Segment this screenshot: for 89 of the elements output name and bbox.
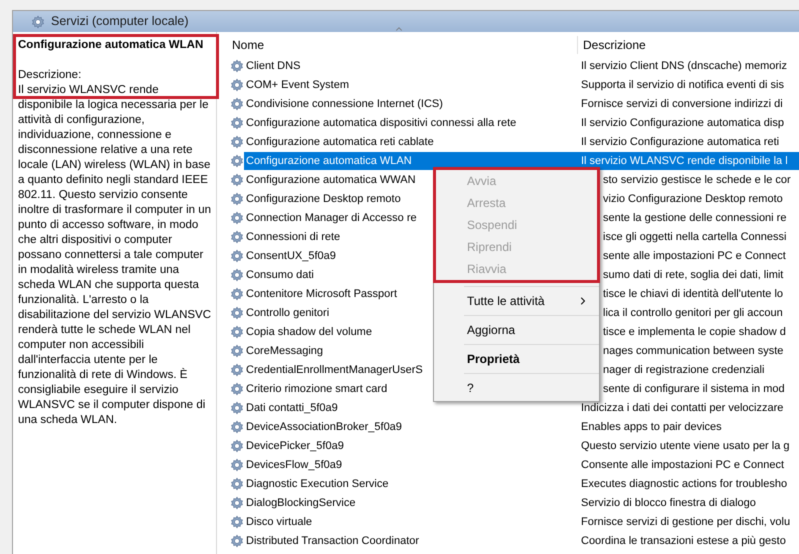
gear-icon bbox=[230, 96, 244, 110]
gear-icon bbox=[230, 382, 244, 396]
description-cell-text: tisce le chiavi di identità dell'utente lo bbox=[603, 286, 784, 302]
description-cell-text: Coordina le transazioni estese a più gesto bbox=[580, 534, 787, 548]
description-cell-text: sto servizio gestisce le schede e le cor bbox=[603, 172, 791, 188]
column-header[interactable]: Descrizione bbox=[583, 38, 646, 52]
gear-icon bbox=[230, 306, 244, 320]
description-cell-text: Il servizio Configurazione automatica disp bbox=[580, 116, 785, 130]
description-cell-text: Fornisce servizi di conversione indirizzi di bbox=[580, 96, 784, 112]
gear-icon bbox=[31, 14, 45, 28]
menu-item[interactable]: Proprietà bbox=[464, 348, 599, 370]
gear-icon bbox=[230, 230, 244, 244]
description-cell-text: lica il controllo genitori per gli accoun bbox=[603, 306, 783, 320]
name-cell[interactable]: Configurazione automatica dispositivi connessi alla rete bbox=[244, 114, 576, 132]
gear-icon bbox=[230, 210, 244, 224]
name-cell[interactable]: Condivisione connessione Internet (ICS) bbox=[244, 94, 576, 112]
description-cell-text: nages communication between syste bbox=[603, 344, 784, 358]
description-cell-text: sente alle impostazioni PC e Connect bbox=[603, 248, 786, 264]
name-cell[interactable]: ConsentUX_5f0a9 bbox=[244, 246, 336, 264]
description-cell-text: tisce e implementa le copie shadow d bbox=[603, 324, 786, 340]
description-cell-text: Enables apps to pair devices bbox=[580, 420, 723, 434]
description-cell-text: Executes diagnostic actions for troublesho bbox=[580, 476, 788, 492]
name-cell[interactable]: Disco virtuale bbox=[244, 512, 576, 530]
name-cell[interactable]: Distributed Transaction Coordinator bbox=[244, 532, 576, 550]
name-cell[interactable]: COM+ Event System bbox=[244, 76, 576, 94]
name-cell[interactable]: Client DNS bbox=[244, 56, 576, 74]
name-cell[interactable]: Connection Manager di Accesso re bbox=[244, 208, 417, 226]
description-cell-text: Questo servizio utente viene usato per la g bbox=[580, 438, 791, 454]
menu-item[interactable]: Tutte le attività bbox=[464, 290, 599, 312]
name-cell[interactable]: Dati contatti_5f0a9 bbox=[244, 398, 576, 416]
gear-icon bbox=[230, 496, 244, 510]
gear-icon bbox=[230, 116, 244, 130]
gear-icon bbox=[230, 514, 244, 528]
description-cell-text: Supporta il servizio di notifica eventi di sis bbox=[580, 78, 785, 92]
menu-item[interactable]: Aggiorna bbox=[464, 319, 599, 341]
gear-icon bbox=[230, 172, 244, 186]
name-cell[interactable]: CredentialEnrollmentManagerUserS bbox=[244, 360, 423, 378]
description-cell-text: Consente alle impostazioni PC e Connect bbox=[580, 458, 786, 472]
menu-item[interactable]: ? bbox=[464, 377, 599, 399]
description-cell: Il servizio WLANSVC rende disponibile la l bbox=[576, 152, 799, 170]
gear-icon bbox=[230, 154, 244, 168]
name-cell[interactable]: Consumo dati bbox=[244, 266, 314, 284]
name-cell[interactable]: Connessioni di rete bbox=[244, 228, 340, 246]
gear-icon bbox=[230, 534, 244, 548]
name-cell[interactable]: DialogBlockingService bbox=[244, 494, 576, 512]
description-cell-text: vizio Configurazione Desktop remoto bbox=[603, 192, 783, 206]
description-cell-text: Servizio di blocco finestra di dialogo bbox=[580, 496, 757, 510]
name-cell[interactable]: DevicePicker_5f0a9 bbox=[244, 436, 576, 454]
name-cell[interactable]: Controllo genitori bbox=[244, 304, 330, 322]
gear-icon bbox=[230, 438, 244, 452]
description-cell-text: sumo dati di rete, soglia dei dati, limit bbox=[603, 268, 784, 282]
description-cell-text: nager di registrazione credenziali bbox=[603, 362, 764, 378]
description-cell-text: Indicizza i dati dei contatti per velocizzare bbox=[580, 400, 784, 416]
gear-icon bbox=[230, 286, 244, 300]
service-title: Configurazione automatica WLAN bbox=[18, 38, 204, 53]
column-header[interactable]: Nome bbox=[232, 38, 264, 52]
gear-icon bbox=[230, 324, 244, 338]
description-cell-text: Il servizio Configurazione automatica reti bbox=[580, 134, 780, 150]
name-cell[interactable]: Diagnostic Execution Service bbox=[244, 474, 576, 492]
gear-icon bbox=[230, 268, 244, 282]
panel-title: Servizi (computer locale) bbox=[51, 13, 189, 30]
gear-icon bbox=[230, 362, 244, 376]
name-cell[interactable]: CoreMessaging bbox=[244, 342, 324, 360]
description-cell-text: sente di configurare il sistema in mod bbox=[603, 382, 785, 396]
description-label: Descrizione: bbox=[18, 68, 82, 83]
gear-icon bbox=[230, 78, 244, 92]
gear-icon bbox=[230, 344, 244, 358]
gear-icon bbox=[230, 58, 244, 72]
gear-icon bbox=[230, 476, 244, 490]
description-cell-text: sente la gestione delle connessioni re bbox=[603, 210, 786, 226]
name-cell[interactable]: DeviceAssociationBroker_5f0a9 bbox=[244, 418, 576, 436]
name-cell[interactable]: DevicesFlow_5f0a9 bbox=[244, 456, 576, 474]
gear-icon bbox=[230, 248, 244, 262]
description-text: Il servizio WLANSVC rende disponibile la logica necessaria per le attività di configurazione, individuazione, connessione e disconnessione relative a una rete locale (LAN) wireless (WLAN) in base a quanto definito negli standard IEEE 802.11. Questo servizio consente inoltre di trasformare il computer in un punto di accesso software, in modo che altri dispositivi o computer possano connettersi a tale computer in modalità wireless tramite una scheda WLAN che supporta questa funzionalità. L'arresto o la disabilitazione del servizio WLANSVC renderà tutte le schede WLAN nel computer non accessibili dall'interfaccia utente per le funzionalità di rete di Windows. È consigliabile eseguire il servizio WLANSVC se il computer dispone di una scheda WLAN. bbox=[18, 83, 212, 428]
description-cell-text: isce gli oggetti nella cartella Connessi bbox=[603, 230, 786, 244]
name-cell[interactable]: Configurazione Desktop remoto bbox=[244, 190, 401, 208]
gear-icon bbox=[230, 420, 244, 434]
description-cell-text: Fornisce servizi di gestione per dischi, volu bbox=[580, 514, 792, 530]
name-cell[interactable]: Configurazione automatica WLAN bbox=[244, 152, 576, 170]
gear-icon bbox=[230, 192, 244, 206]
gear-icon bbox=[230, 458, 244, 472]
gear-icon bbox=[230, 134, 244, 148]
name-cell[interactable]: Configurazione automatica WWAN bbox=[244, 170, 416, 188]
name-cell[interactable]: Copia shadow del volume bbox=[244, 322, 372, 340]
gear-icon bbox=[230, 400, 244, 414]
name-cell[interactable]: Configurazione automatica reti cablate bbox=[244, 132, 576, 150]
description-cell-text: Il servizio Client DNS (dnscache) memoriz bbox=[580, 58, 788, 74]
name-cell[interactable]: Contenitore Microsoft Passport bbox=[244, 284, 398, 302]
name-cell[interactable]: Criterio rimozione smart card bbox=[244, 380, 388, 398]
